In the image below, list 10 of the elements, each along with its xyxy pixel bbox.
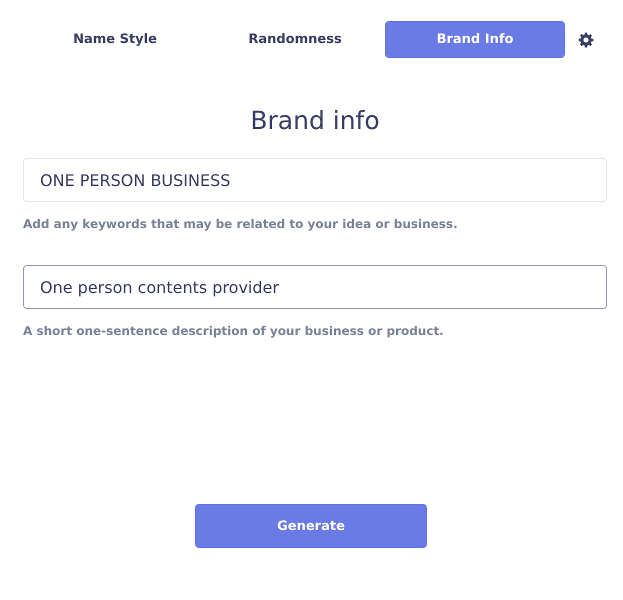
section-heading: Brand info (249, 106, 381, 136)
tab[interactable]: Randomness (205, 21, 385, 58)
tab[interactable]: Name Style (25, 21, 205, 58)
generate-button[interactable]: Generate (195, 504, 427, 548)
input-field[interactable]: ONE PERSON BUSINESS (23, 158, 607, 202)
settings-icon[interactable] (578, 32, 594, 48)
tab[interactable]: Brand Info (385, 21, 565, 58)
input-field[interactable]: One person contents provider (23, 265, 607, 309)
help-text: Add any keywords that may be related to your idea or business. (23, 216, 459, 232)
help-text: A short one-sentence description of your business or product. (23, 323, 445, 339)
